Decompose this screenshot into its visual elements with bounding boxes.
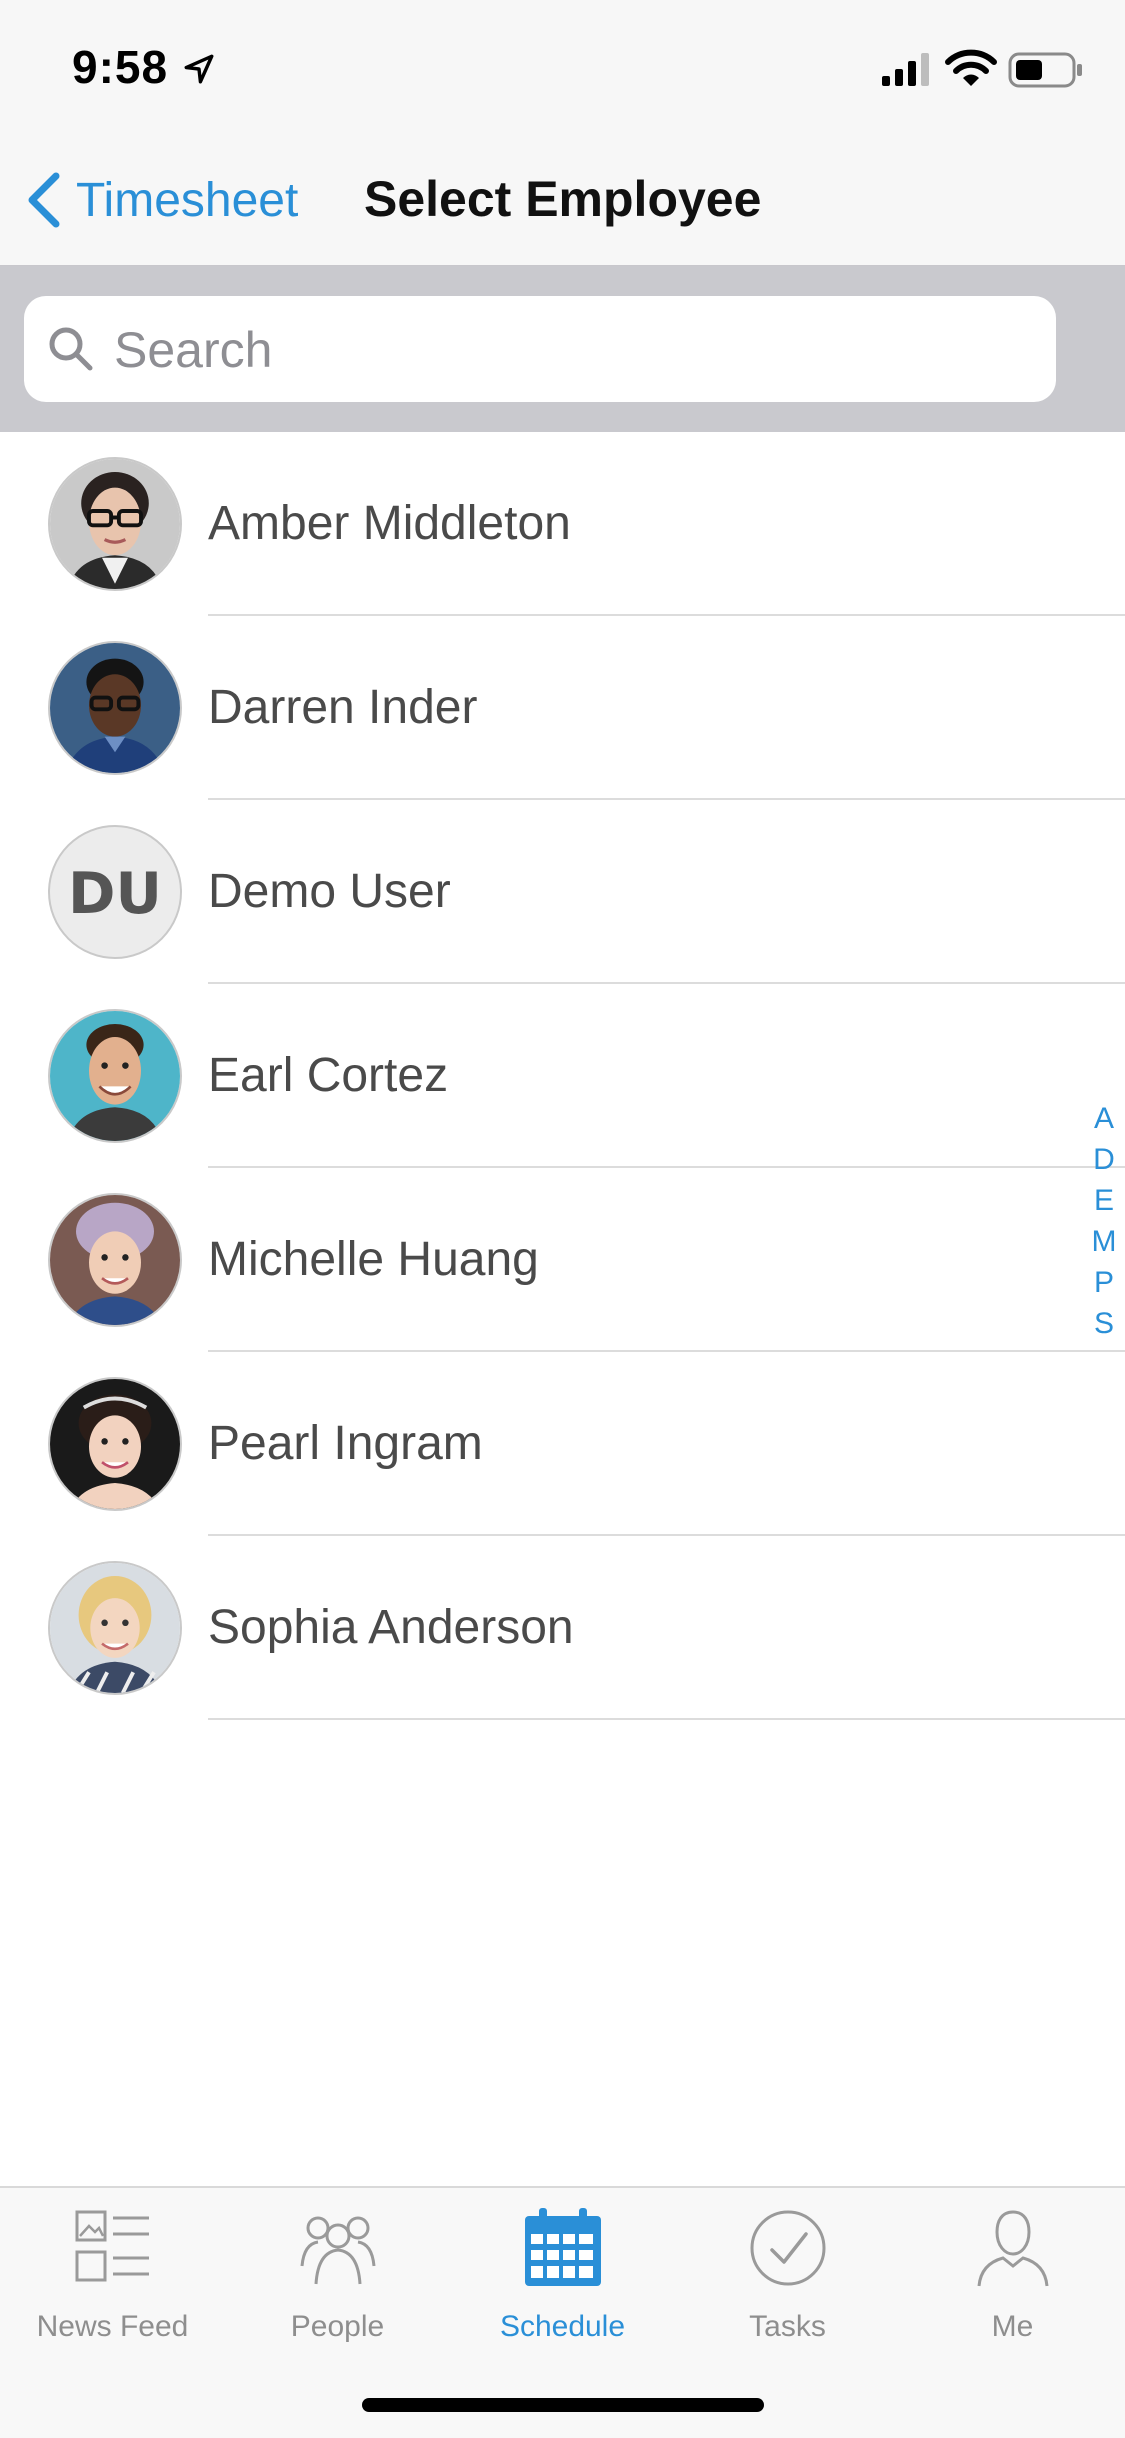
tab-people[interactable]: People bbox=[225, 2206, 450, 2356]
section-index[interactable]: A D E M P S bbox=[1090, 1102, 1118, 1348]
person-icon bbox=[977, 2210, 1048, 2287]
search-field[interactable] bbox=[24, 296, 1056, 404]
index-letter-d[interactable]: D bbox=[1090, 1143, 1118, 1184]
tab-schedule[interactable]: Schedule bbox=[450, 2206, 675, 2356]
employee-name: Earl Cortez bbox=[208, 1049, 449, 1102]
avatar bbox=[48, 457, 182, 591]
tab-label: Schedule bbox=[499, 2310, 626, 2343]
people-icon bbox=[300, 2216, 375, 2285]
home-indicator[interactable] bbox=[362, 2398, 764, 2412]
tab-label: People bbox=[290, 2310, 385, 2343]
tab-news-feed[interactable]: News Feed bbox=[0, 2206, 225, 2356]
checkmark-circle-icon bbox=[750, 2210, 825, 2286]
employee-row-demo-user[interactable]: DU Demo User bbox=[0, 800, 1125, 984]
search-icon bbox=[49, 327, 93, 371]
employee-row-darren-inder[interactable]: Darren Inder bbox=[0, 616, 1125, 800]
navigation-bar: Timesheet Select Employee bbox=[0, 140, 1125, 266]
status-bar: 9:58 bbox=[0, 0, 1125, 140]
tab-label: News Feed bbox=[36, 2310, 189, 2343]
avatar-initials-text: DU bbox=[68, 861, 162, 927]
employee-name: Amber Middleton bbox=[208, 497, 571, 550]
back-button[interactable]: Timesheet bbox=[24, 164, 298, 236]
employee-name: Pearl Ingram bbox=[208, 1417, 483, 1470]
employee-name: Darren Inder bbox=[208, 681, 478, 734]
page-title: Select Employee bbox=[364, 171, 762, 227]
employee-row-pearl-ingram[interactable]: Pearl Ingram bbox=[0, 1352, 1125, 1536]
avatar bbox=[48, 1561, 182, 1695]
employee-list: Amber Middleton Darren Inder DU Demo Use… bbox=[0, 432, 1125, 1720]
back-label: Timesheet bbox=[76, 173, 299, 227]
employee-row-sophia-anderson[interactable]: Sophia Anderson bbox=[0, 1536, 1125, 1720]
battery-icon bbox=[1008, 52, 1082, 88]
chevron-left-icon bbox=[28, 172, 60, 228]
index-letter-m[interactable]: M bbox=[1090, 1225, 1118, 1266]
location-arrow-icon bbox=[184, 54, 214, 84]
tab-bar: News Feed People Schedule Tasks Me bbox=[0, 2186, 1125, 2438]
tab-tasks[interactable]: Tasks bbox=[675, 2206, 900, 2356]
tab-label: Tasks bbox=[749, 2310, 826, 2343]
row-divider bbox=[208, 1718, 1125, 1720]
avatar bbox=[48, 1193, 182, 1327]
search-bar bbox=[0, 266, 1125, 432]
employee-name: Sophia Anderson bbox=[208, 1601, 574, 1654]
tab-me[interactable]: Me bbox=[900, 2206, 1125, 2356]
employee-row-michelle-huang[interactable]: Michelle Huang bbox=[0, 1168, 1125, 1352]
news-feed-icon bbox=[75, 2210, 149, 2282]
employee-row-amber-middleton[interactable]: Amber Middleton bbox=[0, 432, 1125, 616]
cellular-signal-icon bbox=[882, 53, 929, 86]
employee-row-earl-cortez[interactable]: Earl Cortez bbox=[0, 984, 1125, 1168]
index-letter-p[interactable]: P bbox=[1090, 1266, 1118, 1307]
calendar-icon bbox=[524, 2208, 601, 2286]
avatar bbox=[48, 1377, 182, 1511]
index-letter-s[interactable]: S bbox=[1090, 1307, 1118, 1348]
status-time: 9:58 bbox=[72, 41, 169, 93]
avatar bbox=[48, 641, 182, 775]
employee-name: Demo User bbox=[208, 865, 451, 918]
avatar-initials: DU bbox=[48, 825, 182, 959]
wifi-icon bbox=[945, 49, 997, 86]
index-letter-e[interactable]: E bbox=[1090, 1184, 1118, 1225]
search-input[interactable] bbox=[112, 296, 1036, 404]
employee-name: Michelle Huang bbox=[208, 1233, 539, 1286]
tab-label: Me bbox=[991, 2310, 1034, 2343]
index-letter-a[interactable]: A bbox=[1090, 1102, 1118, 1143]
avatar bbox=[48, 1009, 182, 1143]
